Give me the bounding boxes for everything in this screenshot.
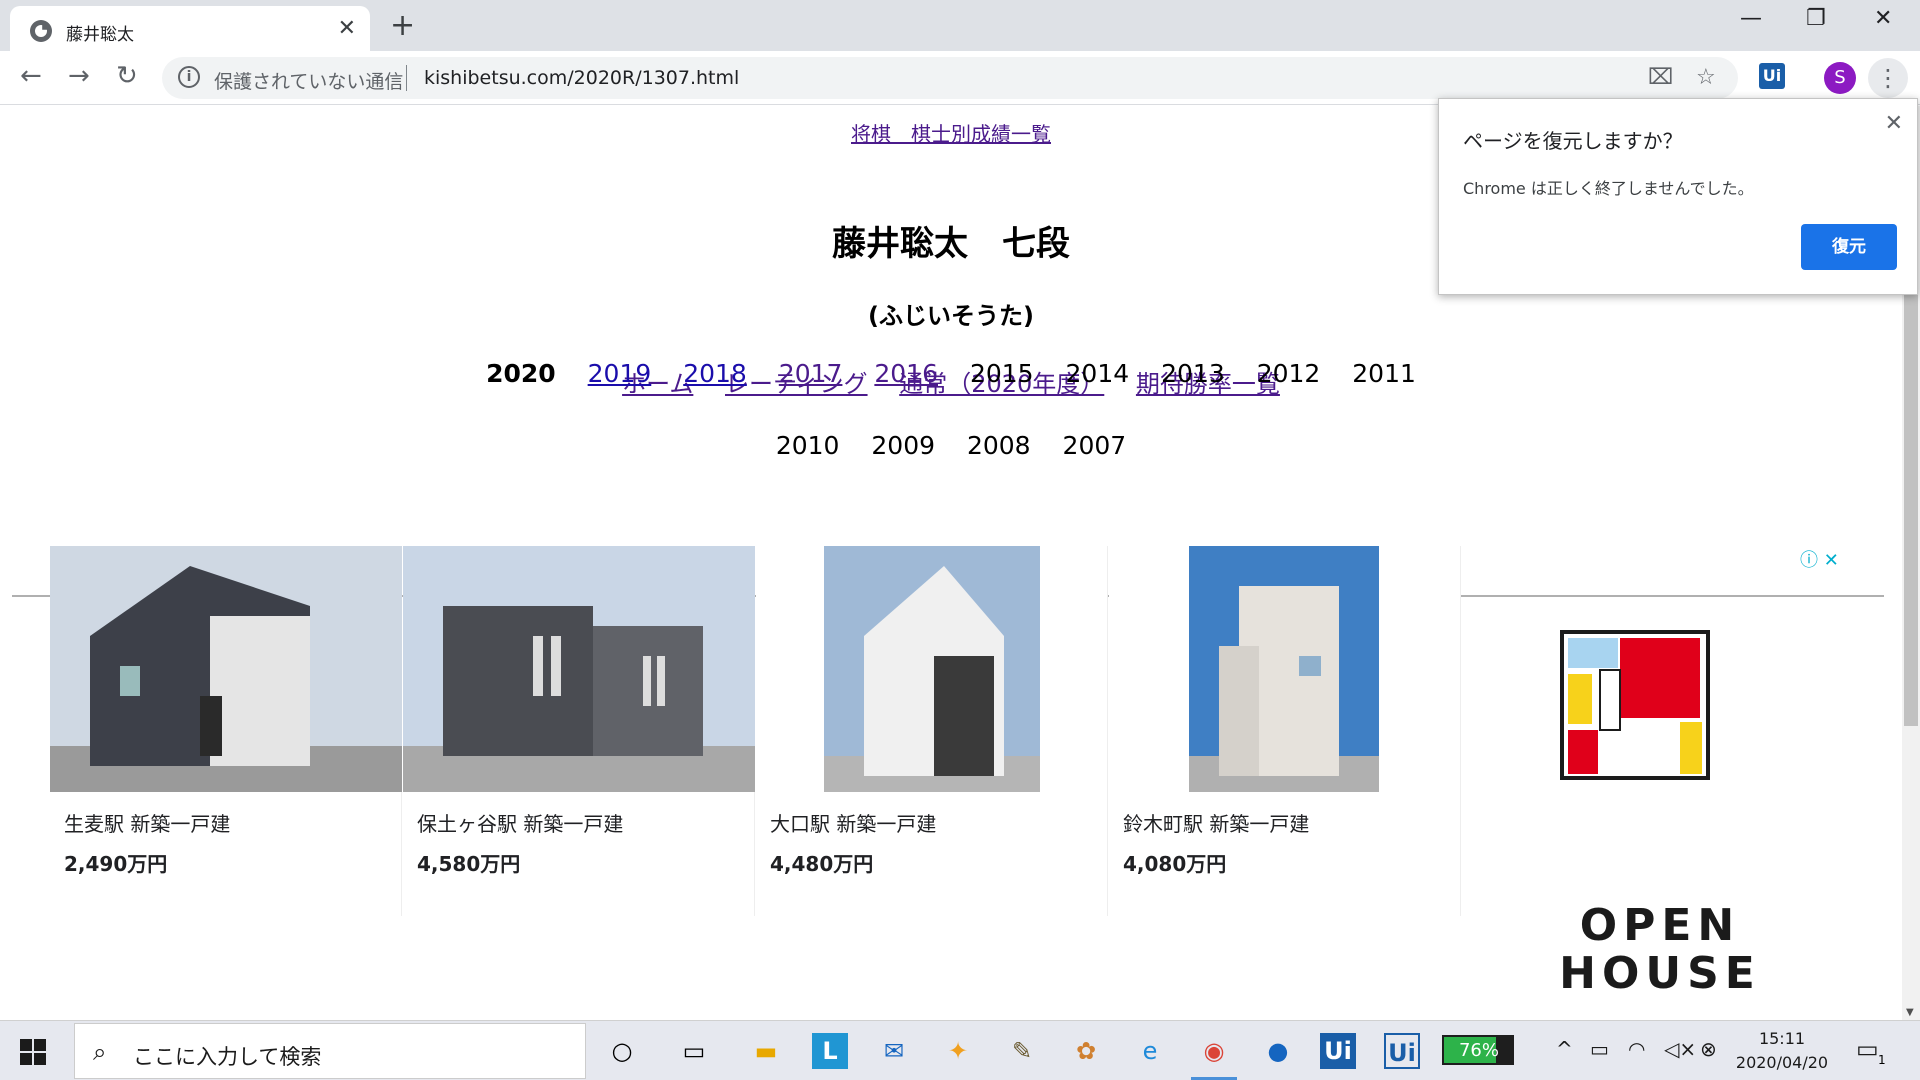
year-2015: 2015 xyxy=(969,359,1034,388)
profile-avatar[interactable]: S xyxy=(1824,62,1856,94)
browser-tab[interactable]: 藤井聡太 ✕ xyxy=(10,6,370,51)
windows-start-icon[interactable] xyxy=(20,1039,46,1065)
dialog-title: ページを復元しますか？ xyxy=(1463,129,1683,153)
kishi-list-link[interactable]: 将棋 棋士別成績一覧 xyxy=(851,122,1051,146)
taskbar: ⌕ ここに入力して検索 ○ ▭ ▬ L ✉ ✦ ✎ ✿ e ◉ ● Ui Ui … xyxy=(0,1020,1920,1080)
ad-price: 4,480万円 xyxy=(770,852,874,876)
uipath-robot-icon[interactable]: Ui xyxy=(1384,1033,1420,1069)
year-row-1-items: 2020 2019 2018 2017 2016 2015 2014 2013 … xyxy=(0,359,1902,388)
year-link-2019[interactable]: 2019 xyxy=(588,359,652,388)
tab-strip: 藤井聡太 ✕ + — ❐ ✕ xyxy=(0,0,1920,51)
name-reading: (ふじいそうた) xyxy=(868,302,1034,330)
battery-meter-text: 76% xyxy=(1458,1040,1499,1061)
battery-meter-app[interactable]: 76% xyxy=(1442,1035,1514,1065)
ad-card[interactable]: 保土ヶ谷駅 新築一戸建 4,580万円 xyxy=(403,546,755,916)
year-2007: 2007 xyxy=(1062,431,1127,460)
chrome-icon[interactable]: ◉ xyxy=(1196,1033,1232,1069)
omnibox-separator xyxy=(406,65,407,91)
address-bar[interactable]: i 保護されていない通信 kishibetsu.com/2020R/1307.h… xyxy=(162,57,1738,99)
notification-icon[interactable]: ▭ xyxy=(1856,1035,1879,1063)
ad-card[interactable]: 鈴木町駅 新築一戸建 4,080万円 xyxy=(1109,546,1461,916)
info-icon[interactable]: i xyxy=(178,66,200,88)
house-photo xyxy=(824,546,1040,792)
uipath-extension-icon[interactable]: Ui xyxy=(1759,63,1785,89)
open-house-logo xyxy=(1560,630,1710,780)
notification-count: 1 xyxy=(1878,1053,1886,1067)
year-link-2018[interactable]: 2018 xyxy=(683,359,747,388)
new-tab-icon[interactable]: + xyxy=(390,8,415,43)
house-photo xyxy=(50,546,402,792)
security-label: 保護されていない通信 xyxy=(214,71,404,93)
ad-price: 4,580万円 xyxy=(417,852,521,876)
ad-caption: 保土ヶ谷駅 新築一戸建 xyxy=(417,812,624,836)
year-current: 2020 xyxy=(486,359,556,388)
year-link-2016[interactable]: 2016 xyxy=(874,359,938,388)
ad-brand-line1: OPEN xyxy=(1579,900,1741,951)
forward-arrow-icon[interactable]: → xyxy=(68,61,90,91)
ad-choices-icon[interactable]: ⓘ ✕ xyxy=(1800,546,1839,572)
year-2012: 2012 xyxy=(1256,359,1321,388)
clock-date: 2020/04/20 xyxy=(1735,1053,1829,1072)
url-text[interactable]: kishibetsu.com/2020R/1307.html xyxy=(424,67,739,89)
bookmark-star-icon[interactable]: ☆ xyxy=(1696,65,1716,90)
year-2010: 2010 xyxy=(775,431,840,460)
task-view-icon[interactable]: ▭ xyxy=(676,1033,712,1069)
minimize-icon[interactable]: — xyxy=(1740,6,1762,31)
restore-window-icon[interactable]: ❐ xyxy=(1806,6,1826,31)
uipath-studio-icon[interactable]: Ui xyxy=(1320,1033,1356,1069)
system-clock[interactable]: 15:11 2020/04/20 xyxy=(1722,1027,1842,1075)
internet-explorer-icon[interactable]: e xyxy=(1132,1033,1168,1069)
l-app-icon[interactable]: L xyxy=(812,1033,848,1069)
year-link-2017[interactable]: 2017 xyxy=(779,359,843,388)
scroll-down-icon[interactable]: ▼ xyxy=(1906,1007,1914,1018)
search-icon: ⌕ xyxy=(93,1038,107,1066)
globe-icon xyxy=(30,20,52,42)
wifi-icon[interactable]: ◠ xyxy=(1628,1037,1645,1061)
reload-icon[interactable]: ↻ xyxy=(116,61,138,91)
year-2011: 2011 xyxy=(1352,359,1416,388)
year-2008: 2008 xyxy=(966,431,1031,460)
volume-muted-icon[interactable]: ◁× xyxy=(1664,1037,1696,1061)
year-2013: 2013 xyxy=(1161,359,1225,388)
tab-title: 藤井聡太 xyxy=(66,25,134,45)
show-hidden-icons-icon[interactable]: ^ xyxy=(1556,1037,1573,1061)
ad-card[interactable]: 大口駅 新築一戸建 4,480万円 xyxy=(756,546,1108,916)
house-photo xyxy=(403,546,755,792)
browser-toolbar: ← → ↻ i 保護されていない通信 kishibetsu.com/2020R/… xyxy=(0,51,1920,105)
ime-off-icon[interactable]: ⊗ xyxy=(1700,1037,1717,1061)
close-window-icon[interactable]: ✕ xyxy=(1874,6,1892,31)
ad-price: 4,080万円 xyxy=(1123,852,1227,876)
house-photo xyxy=(1189,546,1379,792)
dialog-message: Chrome は正しく終了しませんでした。 xyxy=(1463,179,1754,198)
notes-app-icon[interactable]: ✎ xyxy=(1004,1033,1040,1069)
clock-time: 15:11 xyxy=(1758,1029,1806,1048)
file-explorer-icon[interactable]: ▬ xyxy=(748,1033,784,1069)
cortana-icon[interactable]: ○ xyxy=(604,1033,640,1069)
fox-app-icon[interactable]: ✦ xyxy=(940,1033,976,1069)
back-arrow-icon[interactable]: ← xyxy=(20,61,42,91)
ad-caption: 鈴木町駅 新築一戸建 xyxy=(1123,812,1310,836)
taskbar-search[interactable]: ⌕ ここに入力して検索 xyxy=(74,1023,586,1079)
location-app-icon[interactable]: ● xyxy=(1260,1033,1296,1069)
year-row-2: 2010 2009 2008 2007 xyxy=(0,431,1902,460)
year-2014: 2014 xyxy=(1065,359,1130,388)
restore-dialog: ページを復元しますか？ ✕ Chrome は正しく終了しませんでした。 復元 xyxy=(1438,98,1918,295)
paint-icon[interactable]: ✿ xyxy=(1068,1033,1104,1069)
translate-icon[interactable]: ⌧ xyxy=(1648,65,1673,90)
battery-icon[interactable]: ▭ xyxy=(1590,1037,1609,1061)
ad-price: 2,490万円 xyxy=(64,852,168,876)
search-placeholder: ここに入力して検索 xyxy=(133,1045,322,1069)
ad-caption: 大口駅 新築一戸建 xyxy=(770,812,937,836)
more-menu-icon[interactable]: ⋮ xyxy=(1868,58,1908,98)
tab-close-icon[interactable]: ✕ xyxy=(338,16,356,41)
year-2009: 2009 xyxy=(871,431,936,460)
dialog-close-icon[interactable]: ✕ xyxy=(1885,111,1903,136)
mail-icon[interactable]: ✉ xyxy=(876,1033,912,1069)
ad-card[interactable]: 生麦駅 新築一戸建 2,490万円 xyxy=(50,546,402,916)
ad-brand-line2: HOUSE xyxy=(1559,948,1761,999)
ad-caption: 生麦駅 新築一戸建 xyxy=(64,812,231,836)
restore-button[interactable]: 復元 xyxy=(1801,224,1897,270)
